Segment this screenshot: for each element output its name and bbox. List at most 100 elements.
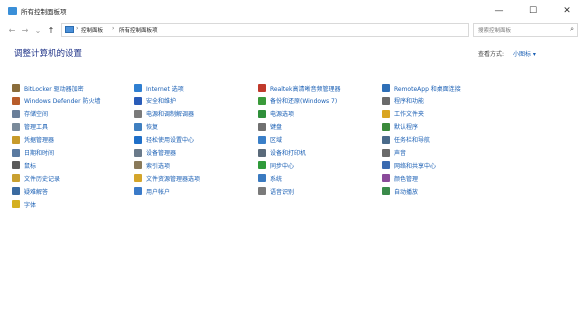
control-panel-item-label[interactable]: BitLocker 驱动器加密 [24, 84, 84, 93]
control-panel-item-label[interactable]: 电源和调制解调器 [146, 109, 194, 118]
control-panel-item[interactable]: 日期和时间 [12, 148, 54, 158]
control-panel-item-label[interactable]: 设备和打印机 [270, 148, 306, 157]
control-panel-item[interactable]: 疑难解答 [12, 186, 48, 196]
autoplay-icon [382, 187, 390, 196]
color-management-icon [382, 174, 390, 183]
breadcrumb-control-panel[interactable]: 控制面板 [81, 26, 103, 34]
control-panel-item[interactable]: 任务栏和导航 [382, 135, 430, 145]
control-panel-item-label[interactable]: Realtek高清晰音频管理器 [270, 84, 340, 93]
control-panel-item[interactable]: 凭据管理器 [12, 135, 54, 145]
control-panel-item[interactable]: 系统 [258, 173, 282, 183]
control-panel-item[interactable]: 文件历史记录 [12, 173, 60, 183]
control-panel-item[interactable]: 字体 [12, 199, 36, 209]
control-panel-item[interactable]: 键盘 [258, 122, 282, 132]
control-panel-item-label[interactable]: 网络和共享中心 [394, 161, 436, 170]
close-button[interactable]: ✕ [550, 0, 584, 22]
breadcrumb-all-items[interactable]: 所有控制面板项 [119, 26, 158, 34]
control-panel-item[interactable]: RemoteApp 和桌面连接 [382, 83, 461, 93]
control-panel-item-label[interactable]: 管理工具 [24, 122, 48, 131]
control-panel-item-label[interactable]: 日期和时间 [24, 148, 54, 157]
file-history-icon [12, 174, 20, 183]
control-panel-item[interactable]: 管理工具 [12, 122, 48, 132]
control-panel-item[interactable]: 声音 [382, 148, 406, 158]
control-panel-item-label[interactable]: 设备管理器 [146, 148, 176, 157]
page-title: 调整计算机的设置 [14, 49, 83, 59]
control-panel-item-label[interactable]: 字体 [24, 200, 36, 209]
control-panel-item-label[interactable]: 文件历史记录 [24, 174, 60, 183]
control-panel-item-label[interactable]: 存储空间 [24, 109, 48, 118]
control-panel-item[interactable]: 鼠标 [12, 160, 36, 170]
control-panel-item[interactable]: 用户帐户 [134, 186, 170, 196]
control-panel-item[interactable]: 电源选项 [258, 109, 294, 119]
control-panel-item[interactable]: 语音识别 [258, 186, 294, 196]
address-bar[interactable]: › 控制面板 › 所有控制面板项 ⌄ ↻ [61, 23, 523, 37]
control-panel-item-label[interactable]: 键盘 [270, 122, 282, 131]
control-panel-item-label[interactable]: 系统 [270, 174, 282, 183]
control-panel-item[interactable]: 程序和功能 [382, 96, 424, 106]
control-panel-item-label[interactable]: 用户帐户 [146, 187, 170, 196]
search-icon[interactable]: ⌕ [570, 25, 574, 34]
control-panel-item-label[interactable]: 轻松使用设置中心 [146, 135, 194, 144]
view-by-dropdown[interactable]: 小图标 ▾ [513, 49, 536, 58]
control-panel-item[interactable]: 同步中心 [258, 160, 294, 170]
control-panel-item-label[interactable]: 声音 [394, 148, 406, 157]
control-panel-item-label[interactable]: 自动播放 [394, 187, 418, 196]
control-panel-item-label[interactable]: 语音识别 [270, 187, 294, 196]
control-panel-item-label[interactable]: 索引选项 [146, 161, 170, 170]
back-arrow-icon[interactable]: ← [6, 24, 18, 36]
title-bar: 所有控制面板项 — ☐ ✕ [0, 0, 584, 22]
control-panel-item[interactable]: 设备管理器 [134, 148, 176, 158]
control-panel-item-label[interactable]: 工作文件夹 [394, 109, 424, 118]
control-panel-item[interactable]: 默认程序 [382, 122, 418, 132]
control-panel-item-label[interactable]: 默认程序 [394, 122, 418, 131]
control-panel-item-label[interactable]: 恢复 [146, 122, 158, 131]
control-panel-item-label[interactable]: 电源选项 [270, 109, 294, 118]
control-panel-item-label[interactable]: 凭据管理器 [24, 135, 54, 144]
control-panel-item-label[interactable]: RemoteApp 和桌面连接 [394, 84, 461, 93]
control-panel-item[interactable]: Realtek高清晰音频管理器 [258, 83, 340, 93]
control-panel-item[interactable]: 区域 [258, 135, 282, 145]
control-panel-item[interactable]: 安全和维护 [134, 96, 176, 106]
control-panel-item[interactable]: 颜色管理 [382, 173, 418, 183]
control-panel-item-label[interactable]: 任务栏和导航 [394, 135, 430, 144]
control-panel-item[interactable]: 工作文件夹 [382, 109, 424, 119]
control-panel-item[interactable]: BitLocker 驱动器加密 [12, 83, 84, 93]
control-panel-item[interactable]: 备份和还原(Windows 7) [258, 96, 337, 106]
control-panel-item[interactable]: 自动播放 [382, 186, 418, 196]
control-panel-item[interactable]: 设备和打印机 [258, 148, 306, 158]
devices-printers-icon [258, 148, 266, 157]
minimize-button[interactable]: — [482, 0, 516, 22]
control-panel-item[interactable]: Windows Defender 防火墙 [12, 96, 100, 106]
control-panel-item-label[interactable]: Windows Defender 防火墙 [24, 96, 100, 105]
control-panel-item[interactable]: 索引选项 [134, 160, 170, 170]
storage-spaces-icon [12, 109, 20, 118]
recent-locations-chevron-icon[interactable]: ⌄ [32, 24, 44, 36]
control-panel-item-label[interactable]: 疑难解答 [24, 187, 48, 196]
control-panel-item-label[interactable]: 程序和功能 [394, 96, 424, 105]
control-panel-item-label[interactable]: 文件资源管理器选项 [146, 174, 200, 183]
region-icon [258, 135, 266, 144]
forward-arrow-icon[interactable]: → [19, 24, 31, 36]
control-panel-item-label[interactable]: 备份和还原(Windows 7) [270, 96, 337, 105]
up-arrow-icon[interactable]: ↑ [45, 24, 57, 36]
control-panel-item-label[interactable]: 颜色管理 [394, 174, 418, 183]
control-panel-item[interactable]: 电源和调制解调器 [134, 109, 194, 119]
search-input[interactable]: 搜索控制面板 [478, 26, 511, 34]
date-time-icon [12, 148, 20, 157]
control-panel-item-label[interactable]: 同步中心 [270, 161, 294, 170]
control-panel-item-label[interactable]: 区域 [270, 135, 282, 144]
control-panel-item[interactable]: Internet 选项 [134, 83, 184, 93]
control-panel-item[interactable]: 文件资源管理器选项 [134, 173, 200, 183]
user-accounts-icon [134, 187, 142, 196]
control-panel-item-label[interactable]: Internet 选项 [146, 84, 184, 93]
maximize-button[interactable]: ☐ [516, 0, 550, 22]
control-panel-item[interactable]: 存储空间 [12, 109, 48, 119]
control-panel-item[interactable]: 网络和共享中心 [382, 160, 436, 170]
control-panel-item-label[interactable]: 安全和维护 [146, 96, 176, 105]
control-panel-item-label[interactable]: 鼠标 [24, 161, 36, 170]
backup-restore-icon [258, 96, 266, 105]
credential-manager-icon [12, 135, 20, 144]
control-panel-item[interactable]: 恢复 [134, 122, 158, 132]
search-box[interactable]: 搜索控制面板 ⌕ [473, 23, 578, 37]
control-panel-item[interactable]: 轻松使用设置中心 [134, 135, 194, 145]
